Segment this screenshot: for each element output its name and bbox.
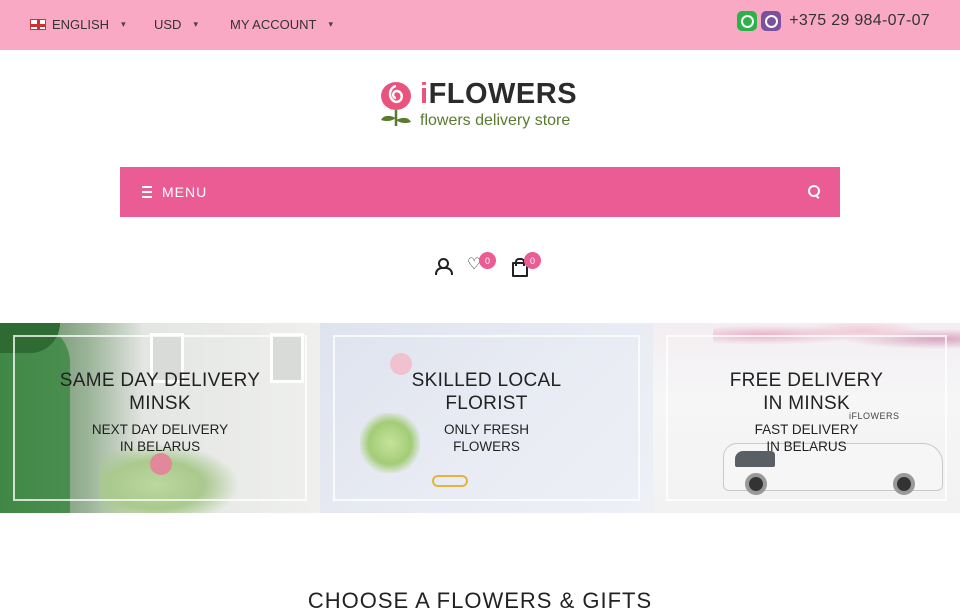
user-icon[interactable] — [435, 258, 453, 275]
feature-banners: SAME DAY DELIVERY MINSK NEXT DAY DELIVERY… — [0, 323, 960, 513]
banner-subtitle: NEXT DAY DELIVERY IN BELARUS — [91, 422, 229, 454]
phone-number[interactable]: +375 29 984-07-07 — [789, 12, 930, 30]
menu-toggle[interactable]: MENU — [162, 184, 207, 200]
rose-logo-icon — [381, 82, 411, 126]
banner-skilled-florist[interactable]: SKILLED LOCAL FLORIST ONLY FRESH FLOWERS — [320, 323, 653, 513]
account-menu[interactable]: MY ACCOUNT ▾ — [230, 17, 333, 32]
cart-count-badge: 0 — [524, 252, 541, 269]
chevron-down-icon: ▾ — [193, 19, 198, 30]
bars-icon[interactable] — [142, 186, 152, 198]
banner-title: SAME DAY DELIVERY MINSK — [59, 370, 261, 414]
language-selector[interactable]: ENGLISH ▾ — [30, 17, 126, 32]
chevron-down-icon: ▾ — [328, 19, 333, 30]
brand-name: iFLOWERS — [420, 78, 578, 110]
main-menu-bar: MENU — [120, 167, 840, 217]
currency-selector[interactable]: USD ▾ — [154, 17, 198, 32]
account-label: MY ACCOUNT — [230, 17, 317, 32]
banner-frame — [666, 335, 947, 501]
language-label: ENGLISH — [52, 17, 110, 32]
whatsapp-icon[interactable] — [737, 11, 758, 31]
chevron-down-icon: ▾ — [121, 19, 126, 30]
banner-same-day-delivery[interactable]: SAME DAY DELIVERY MINSK NEXT DAY DELIVERY… — [0, 323, 320, 513]
banner-free-delivery[interactable]: iFLOWERS FREE DELIVERY IN MINSK FAST DELI… — [653, 323, 960, 513]
top-bar: ENGLISH ▾ USD ▾ MY ACCOUNT ▾ +375 29 984… — [0, 0, 960, 50]
banner-subtitle: ONLY FRESH FLOWERS — [443, 422, 530, 454]
cart-icon[interactable] — [511, 258, 528, 277]
banner-title: SKILLED LOCAL FLORIST — [411, 370, 562, 414]
banner-subtitle: FAST DELIVERY IN BELARUS — [754, 422, 859, 454]
wishlist-count-badge: 0 — [479, 252, 496, 269]
uk-flag-icon — [30, 19, 46, 30]
brand-tagline: flowers delivery store — [420, 112, 571, 129]
search-icon[interactable] — [808, 185, 820, 199]
section-title: CHOOSE A FLOWERS & GIFTS — [307, 588, 653, 613]
banner-frame — [333, 335, 640, 501]
currency-label: USD — [154, 17, 182, 32]
site-logo[interactable]: iFLOWERS flowers delivery store — [378, 78, 588, 134]
banner-title: FREE DELIVERY IN MINSK — [729, 370, 884, 414]
viber-icon[interactable] — [761, 11, 782, 31]
contact-phone: +375 29 984-07-07 — [737, 11, 930, 31]
banner-frame — [13, 335, 307, 501]
